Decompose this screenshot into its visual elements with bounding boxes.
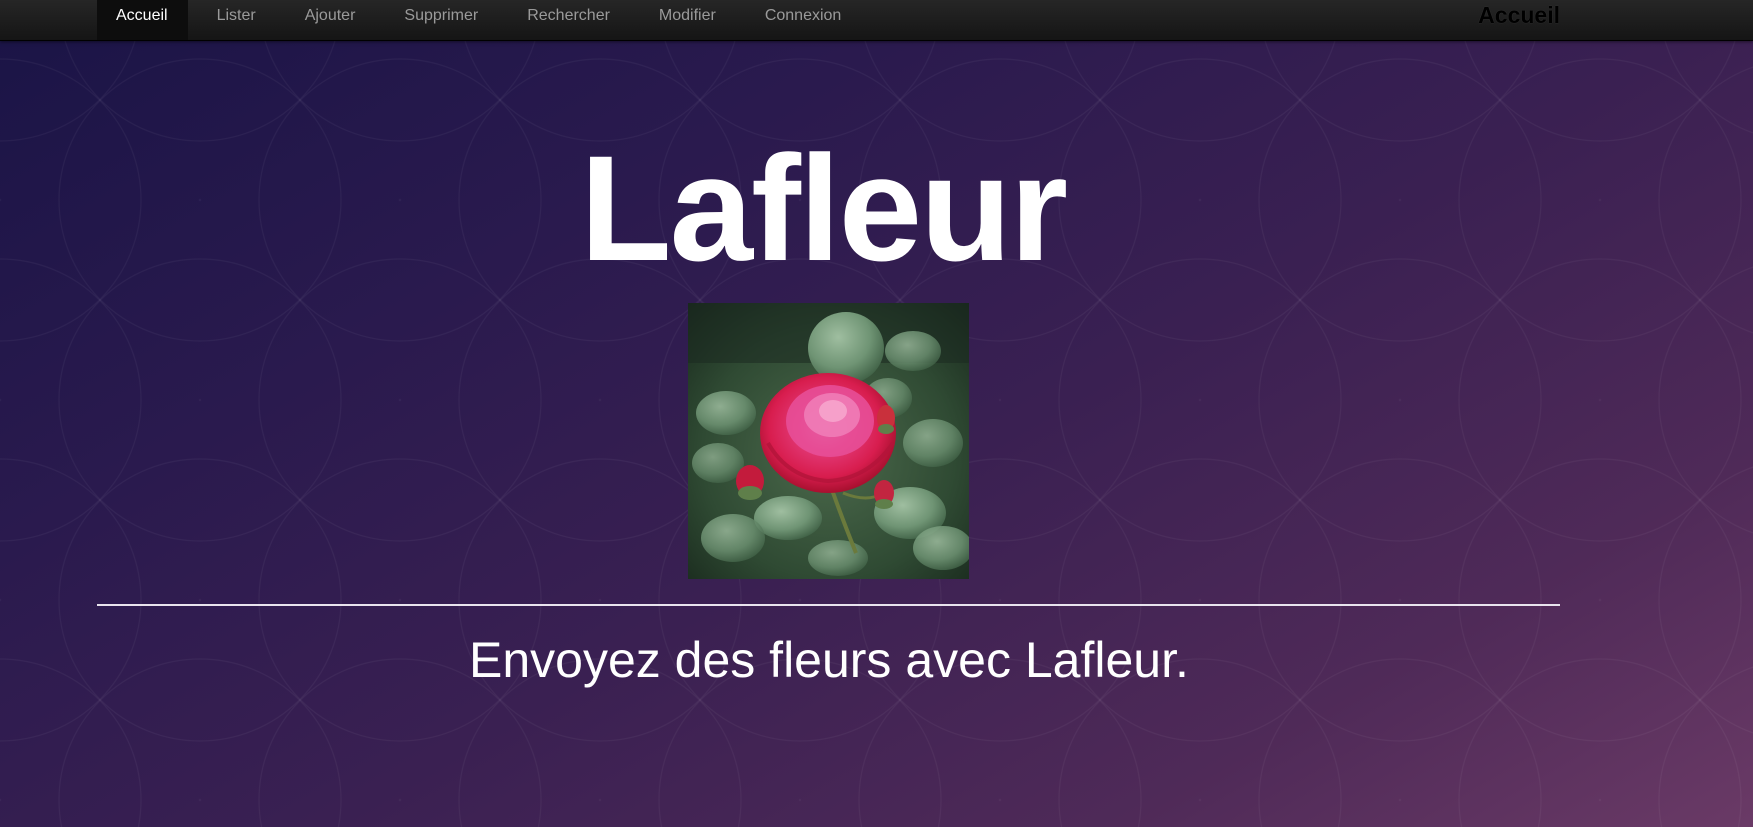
nav-item-lister[interactable]: Lister: [198, 0, 276, 40]
nav-item-modifier[interactable]: Modifier: [640, 0, 736, 40]
nav-item-rechercher[interactable]: Rechercher: [508, 0, 630, 40]
red-rose-photo: [688, 303, 969, 579]
hero-title: Lafleur: [580, 124, 1068, 292]
nav-menu: Accueil Lister Ajouter Supprimer Recherc…: [97, 0, 861, 40]
nav-item-connexion[interactable]: Connexion: [746, 0, 862, 40]
hero-tagline: Envoyez des fleurs avec Lafleur.: [469, 632, 1189, 688]
divider: [97, 604, 1560, 606]
brand-title[interactable]: Accueil: [1440, 0, 1560, 30]
nav-item-ajouter[interactable]: Ajouter: [286, 0, 376, 40]
nav-item-supprimer[interactable]: Supprimer: [385, 0, 498, 40]
top-navbar: Accueil Lister Ajouter Supprimer Recherc…: [0, 0, 1753, 41]
nav-item-accueil[interactable]: Accueil: [97, 0, 188, 40]
